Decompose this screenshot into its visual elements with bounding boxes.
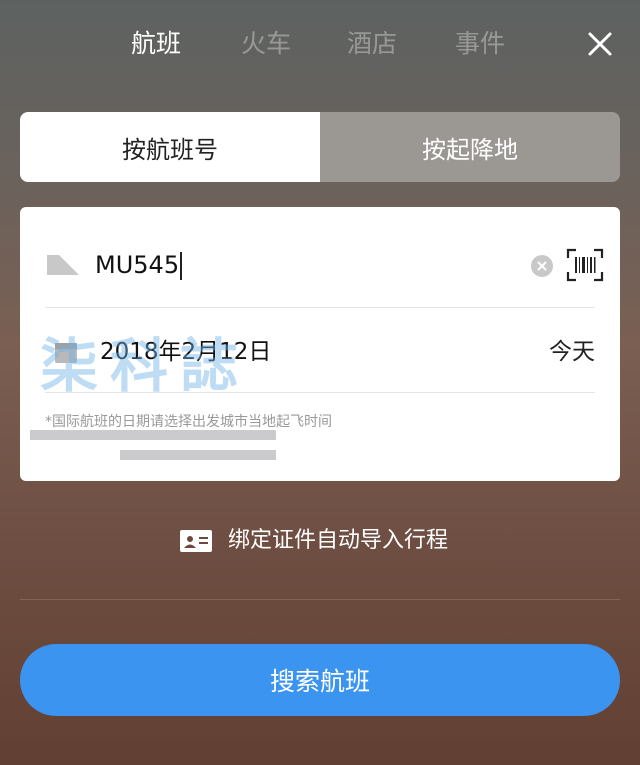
flight-number-row: MU545 (45, 237, 604, 307)
clear-icon[interactable] (531, 255, 553, 277)
search-mode-toggle: 按航班号 按起降地 (20, 112, 620, 182)
close-button[interactable] (584, 28, 616, 60)
top-tab-bar: 航班 火车 酒店 事件 (0, 22, 640, 68)
today-label: 今天 (549, 339, 595, 365)
section-divider (20, 599, 620, 600)
tab-train[interactable]: 火车 (241, 28, 291, 60)
by-flight-number-button[interactable]: 按航班号 (20, 112, 320, 182)
plane-icon (47, 255, 79, 275)
close-icon (588, 32, 612, 56)
watermark: 柒科誌 (40, 332, 251, 400)
tab-hotel[interactable]: 酒店 (347, 28, 397, 60)
by-route-button[interactable]: 按起降地 (320, 112, 620, 182)
id-card-icon (180, 530, 212, 552)
flight-number-value: MU545 (95, 251, 180, 279)
tab-flight[interactable]: 航班 (131, 28, 181, 60)
search-flights-button[interactable]: 搜索航班 (20, 644, 620, 716)
row-divider (45, 307, 595, 308)
bind-id-label: 绑定证件自动导入行程 (228, 528, 449, 553)
watermark-bar (30, 430, 276, 440)
international-date-hint: *国际航班的日期请选择出发城市当地起飞时间 (45, 414, 332, 430)
text-caret (180, 252, 183, 280)
flight-number-input[interactable]: MU545 (95, 247, 183, 283)
watermark-bar (120, 450, 276, 460)
tab-event[interactable]: 事件 (455, 28, 505, 60)
flight-search-card: MU545 2018年2月12日 今天 *国际航班的日期请选择出发城市当地起飞时… (20, 207, 620, 481)
barcode-scan-icon[interactable] (566, 248, 604, 282)
